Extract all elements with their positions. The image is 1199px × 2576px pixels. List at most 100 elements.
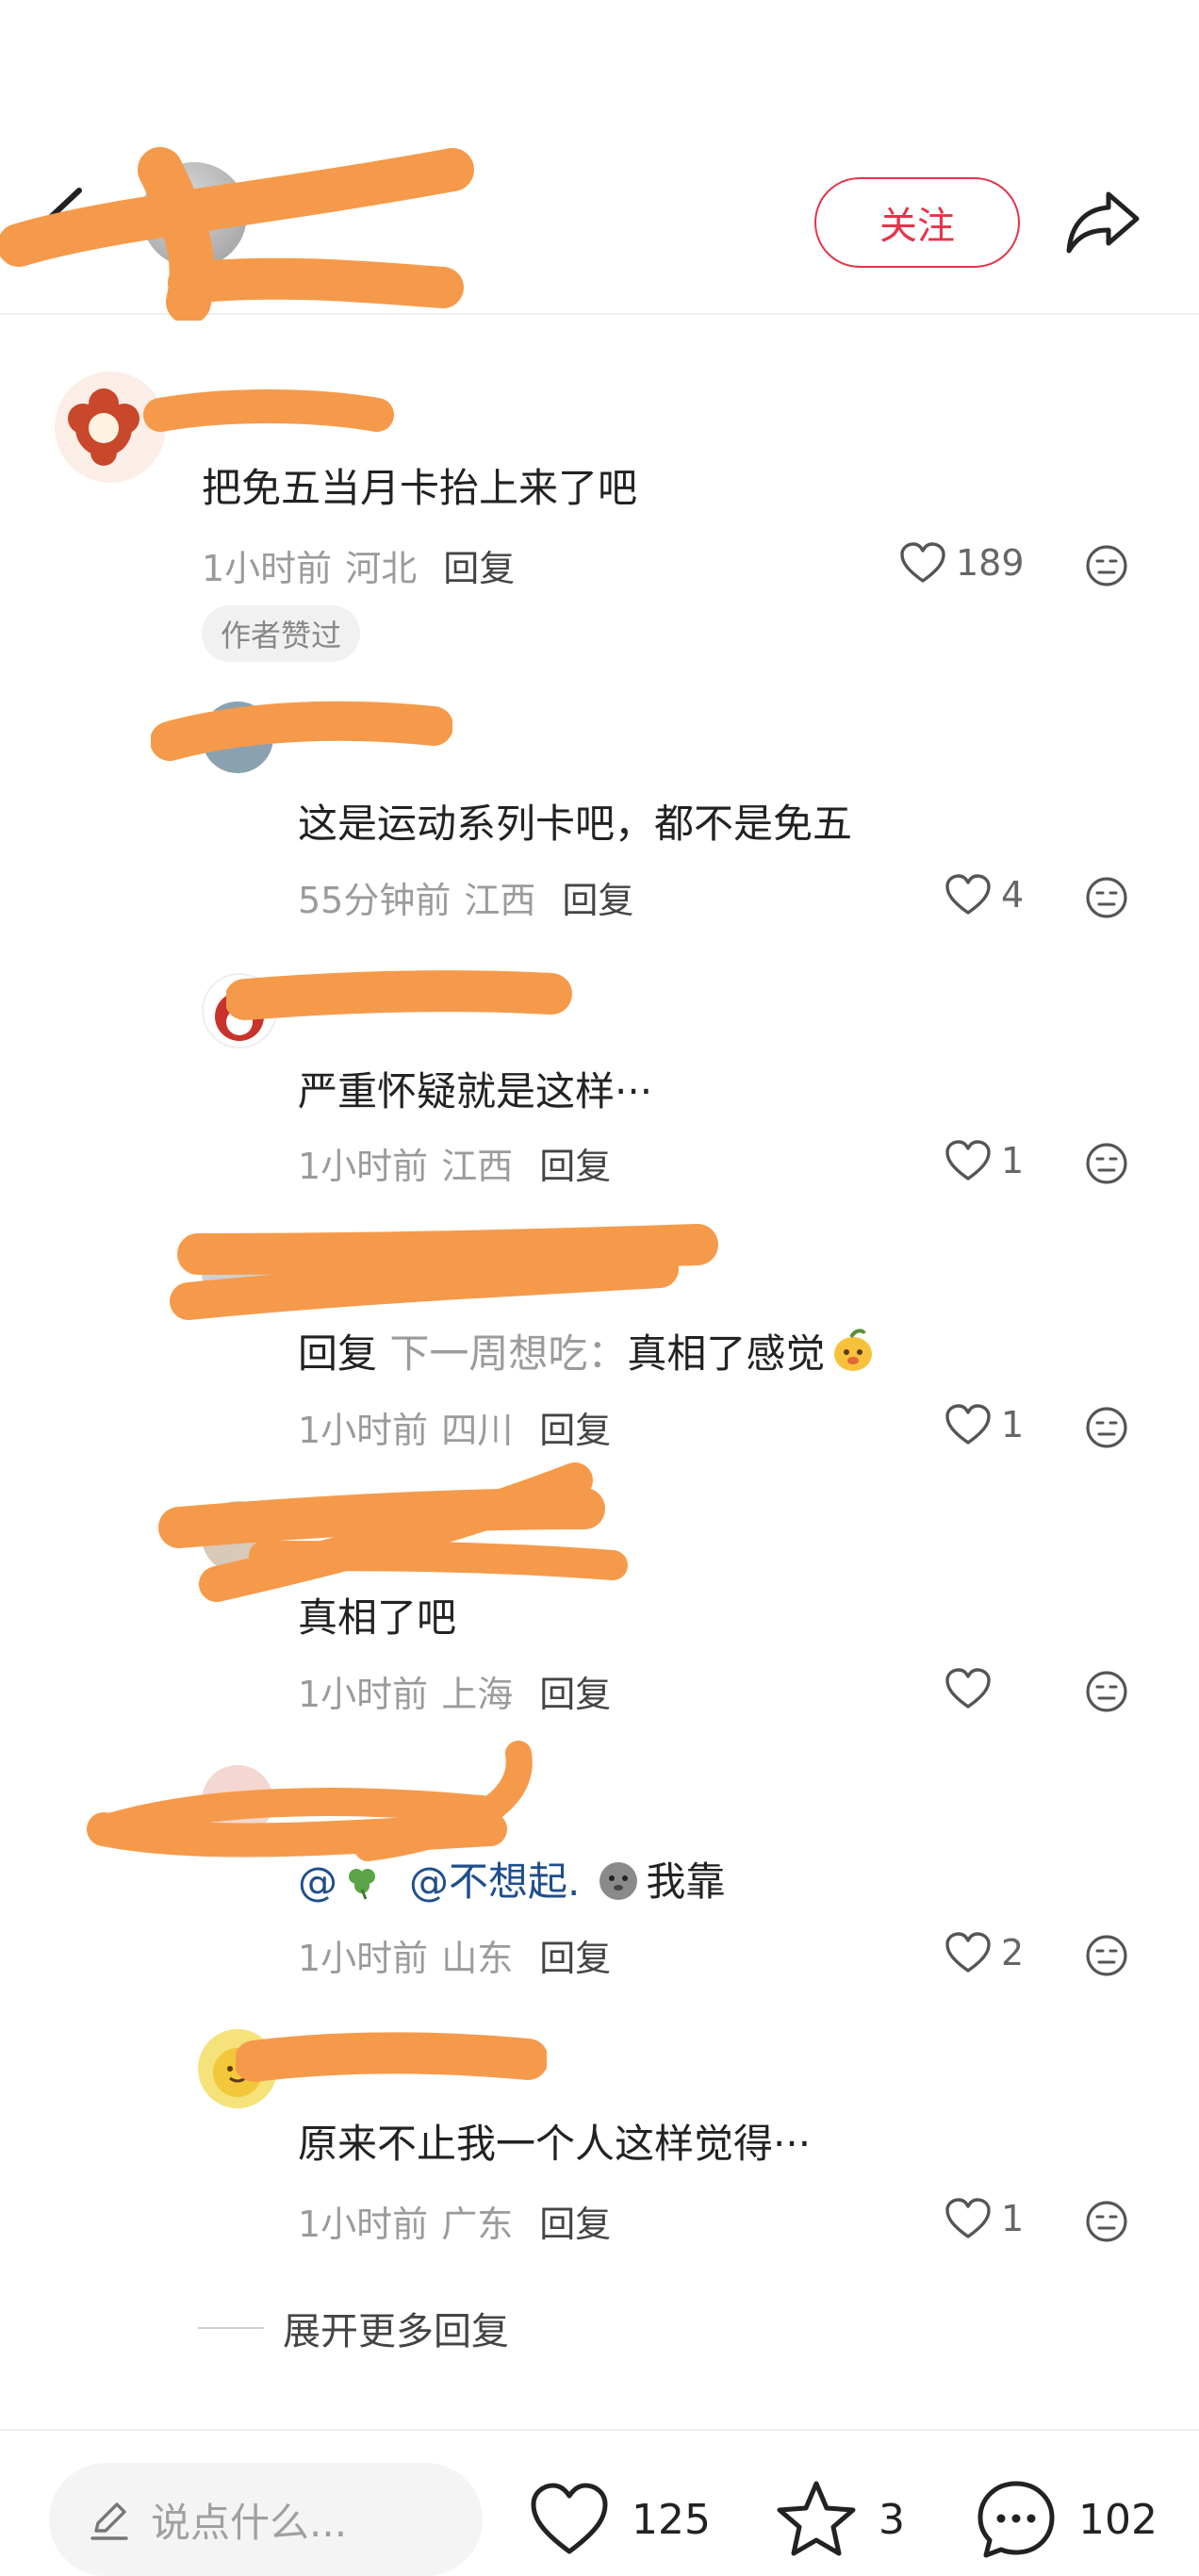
like-count: 4 xyxy=(1001,874,1025,916)
reply-time: 1小时前 xyxy=(298,1674,429,1715)
reply-time: 1小时前 xyxy=(298,1938,429,1979)
reply-button[interactable]: 回复 xyxy=(539,1137,611,1189)
comment-count: 102 xyxy=(1078,2495,1158,2544)
neutral-face-icon[interactable] xyxy=(1084,1933,1129,1978)
mention-symbol: @ xyxy=(298,1858,337,1905)
reply-time: 1小时前 xyxy=(298,1146,429,1187)
comments-button[interactable]: 102 xyxy=(975,2478,1158,2561)
heart-icon xyxy=(945,874,991,915)
reply-meta: 1小时前 广东 回复 xyxy=(298,2195,611,2247)
reply-meta: 1小时前 山东 回复 xyxy=(298,1929,611,1981)
reply-text: 严重怀疑就是这样··· xyxy=(298,1068,653,1115)
reply-location: 上海 xyxy=(441,1674,514,1715)
like-button[interactable]: 1 xyxy=(944,1139,1024,1182)
heart-icon xyxy=(945,1140,991,1181)
like-count: 1 xyxy=(1001,1404,1025,1445)
reply-time: 1小时前 xyxy=(298,2204,429,2245)
redaction-scribble xyxy=(226,970,572,1020)
reply-avatar[interactable] xyxy=(202,1237,273,1309)
expand-more-replies[interactable]: 展开更多回复 xyxy=(198,2301,509,2355)
reply-target-user[interactable]: 下一周想吃： xyxy=(389,1330,627,1377)
header-divider xyxy=(0,313,1199,315)
like-count: 1 xyxy=(1001,2198,1025,2239)
redaction-scribble xyxy=(151,701,452,761)
bottom-divider xyxy=(0,2429,1199,2431)
like-button[interactable] xyxy=(944,1667,1001,1710)
mention-user[interactable]: @不想起. xyxy=(409,1858,580,1905)
reply-location: 山东 xyxy=(441,1938,514,1979)
redaction-scribble xyxy=(236,2032,547,2082)
heart-icon xyxy=(900,542,945,583)
top-bar: 关注 xyxy=(0,0,1199,315)
follow-button[interactable]: 关注 xyxy=(814,177,1020,268)
like-post-button[interactable]: 125 xyxy=(528,2478,711,2561)
reply-avatar[interactable] xyxy=(202,702,273,773)
heart-icon xyxy=(945,1668,991,1709)
heart-icon xyxy=(945,1932,991,1973)
reply-button[interactable]: 回复 xyxy=(539,2195,611,2247)
like-button[interactable]: 1 xyxy=(944,2197,1024,2240)
star-icon xyxy=(777,2481,856,2556)
neutral-face-icon[interactable] xyxy=(1084,1141,1129,1186)
neutral-face-icon[interactable] xyxy=(1084,2199,1129,2244)
reply-body: 我靠 xyxy=(646,1858,726,1905)
reply-button[interactable]: 回复 xyxy=(539,1665,611,1717)
like-button[interactable]: 1 xyxy=(944,1403,1024,1446)
like-button[interactable]: 4 xyxy=(944,873,1024,916)
like-button[interactable]: 189 xyxy=(899,541,1025,585)
reply-prefix: 回复 xyxy=(298,1330,378,1377)
comment-text: 把免五当月卡抬上来了吧 xyxy=(202,465,638,511)
redaction-scribble xyxy=(87,1741,533,1861)
reply-text: @ @不想起. 我靠 xyxy=(298,1850,725,1907)
reply-meta: 55分钟前 江西 回复 xyxy=(298,871,633,923)
mango-emoji-icon xyxy=(834,1329,873,1371)
heart-icon xyxy=(945,1404,991,1445)
pencil-icon xyxy=(90,2502,128,2540)
back-arrow-icon[interactable] xyxy=(38,185,94,253)
comment-input-placeholder: 说点什么... xyxy=(151,2499,348,2546)
reply-button[interactable]: 回复 xyxy=(539,1929,611,1981)
reply-avatar[interactable] xyxy=(202,973,277,1049)
reply-time: 1小时前 xyxy=(298,1410,429,1451)
reply-meta: 1小时前 上海 回复 xyxy=(298,1665,611,1717)
favorite-button[interactable]: 3 xyxy=(775,2478,905,2561)
reply-meta: 1小时前 四川 回复 xyxy=(298,1401,611,1453)
reply-avatar[interactable] xyxy=(202,1765,273,1837)
expand-label: 展开更多回复 xyxy=(283,2310,509,2353)
reply-button[interactable]: 回复 xyxy=(539,1401,611,1453)
reply-button[interactable]: 回复 xyxy=(443,539,515,591)
like-count: 2 xyxy=(1001,1932,1025,1973)
commenter-avatar[interactable] xyxy=(55,372,166,483)
clover-icon xyxy=(349,1869,375,1900)
reply-text: 真相了吧 xyxy=(298,1594,457,1641)
reply-text: 回复 下一周想吃：真相了感觉 xyxy=(298,1322,878,1379)
neutral-face-icon[interactable] xyxy=(1084,875,1129,920)
reply-location: 江西 xyxy=(464,880,536,921)
comment-location: 河北 xyxy=(345,548,418,589)
like-button[interactable]: 2 xyxy=(944,1931,1024,1974)
expand-line xyxy=(198,2327,264,2329)
reply-avatar[interactable] xyxy=(202,1501,273,1573)
reply-time: 55分钟前 xyxy=(298,880,452,921)
comment-input[interactable]: 说点什么... xyxy=(49,2463,483,2576)
reply-button[interactable]: 回复 xyxy=(562,871,633,923)
reply-body: 真相了感觉 xyxy=(627,1330,826,1377)
post-like-count: 125 xyxy=(632,2495,711,2544)
bottom-bar: 说点什么... 125 3 102 xyxy=(0,2429,1199,2576)
comment-time: 1小时前 xyxy=(202,548,333,589)
reply-avatar[interactable] xyxy=(198,2029,277,2108)
reply-location: 江西 xyxy=(441,1146,514,1187)
neutral-face-icon[interactable] xyxy=(1084,543,1129,588)
reply-text: 原来不止我一个人这样觉得··· xyxy=(298,2121,812,2167)
reply-location: 四川 xyxy=(441,1410,514,1451)
comment-meta: 1小时前 河北 回复 xyxy=(202,539,515,591)
ghost-emoji-icon xyxy=(600,1862,638,1900)
neutral-face-icon[interactable] xyxy=(1084,1669,1129,1714)
author-avatar[interactable] xyxy=(141,162,247,268)
redaction-scribble xyxy=(143,389,394,432)
author-liked-badge: 作者赞过 xyxy=(202,605,361,662)
reply-location: 广东 xyxy=(441,2204,514,2245)
neutral-face-icon[interactable] xyxy=(1084,1405,1129,1450)
favorite-count: 3 xyxy=(879,2495,905,2544)
share-icon[interactable] xyxy=(1063,181,1142,260)
